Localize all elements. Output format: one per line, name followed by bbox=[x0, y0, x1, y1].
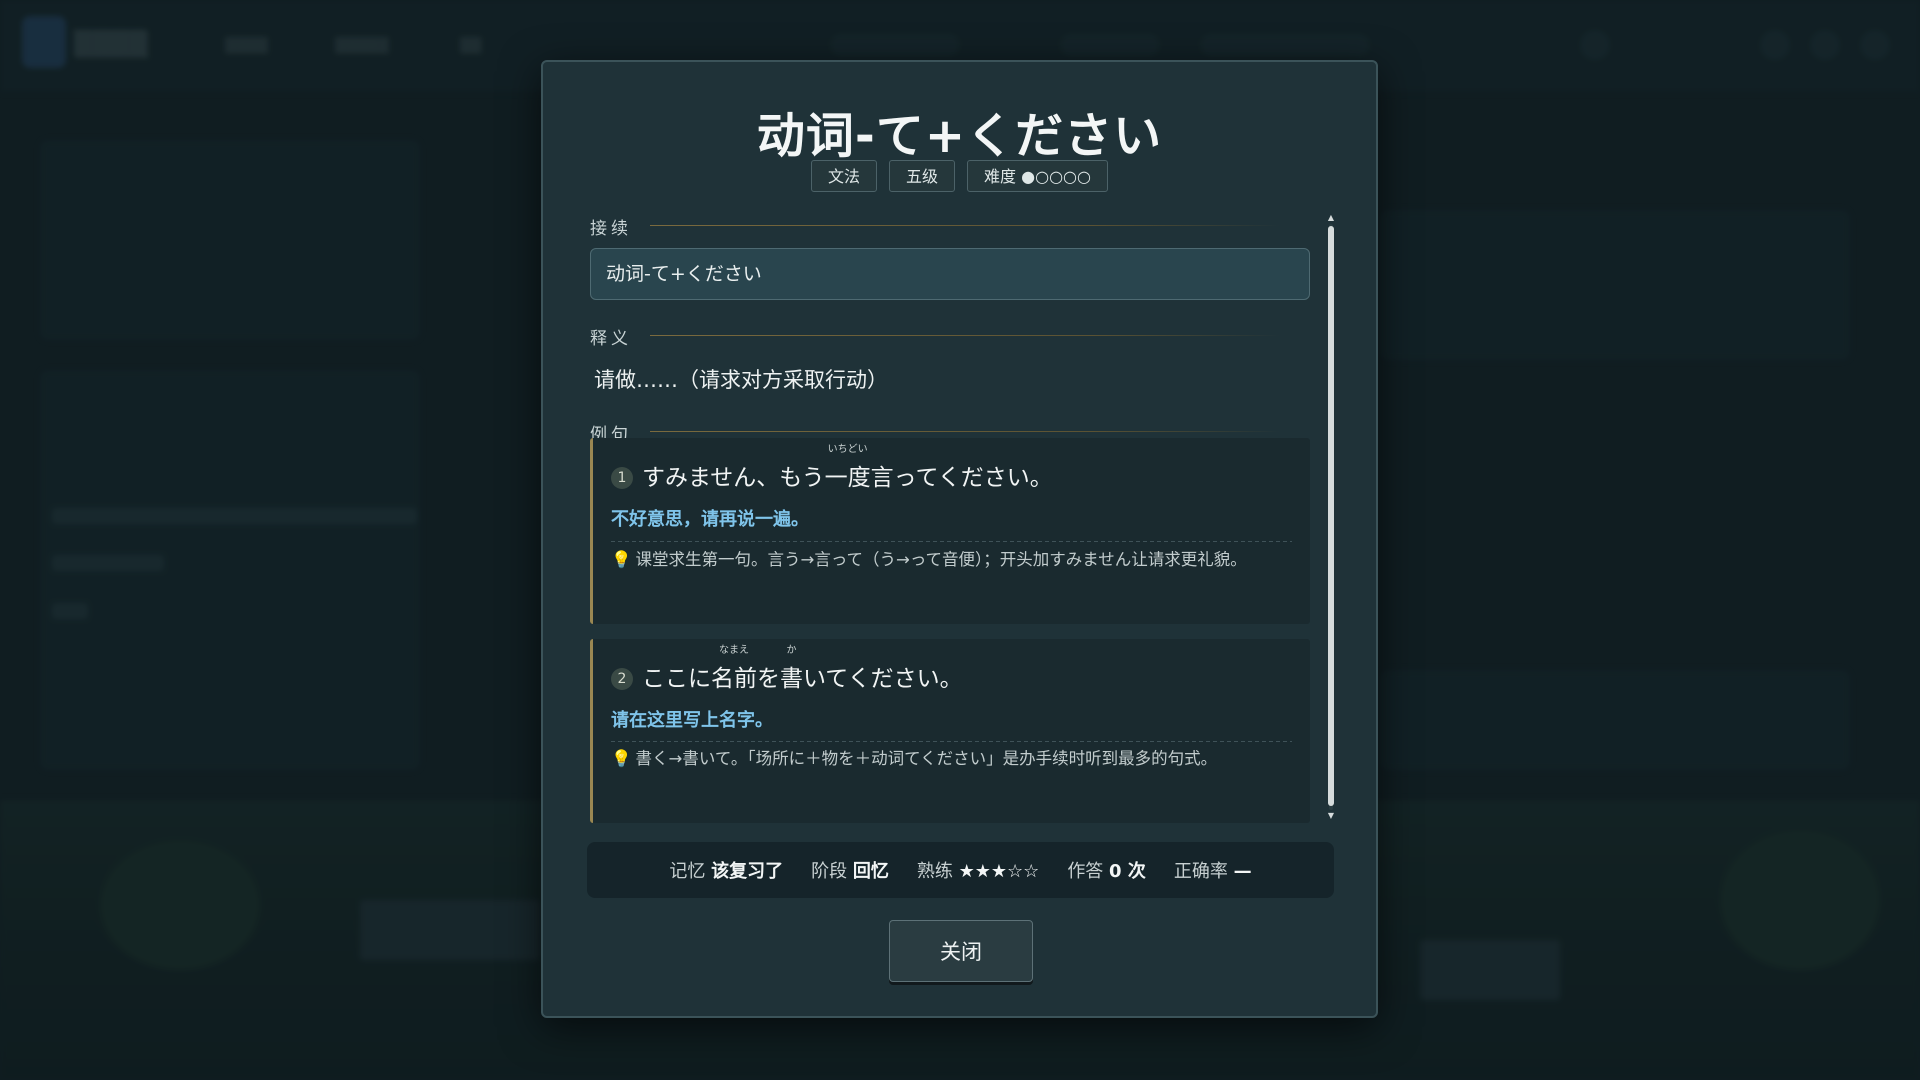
example-ruby: 書か bbox=[780, 645, 803, 693]
section-label: 接续 bbox=[590, 219, 632, 239]
status-memory: 记忆 该复习了 bbox=[669, 857, 783, 883]
note-text: 课堂求生第一句。言う→言って（う→って音便）；开头加すみません让请求更礼貌。 bbox=[635, 550, 1247, 569]
example-text: 言 bbox=[870, 465, 894, 491]
status-label: 作答 bbox=[1067, 861, 1104, 882]
example-ruby: 一度 いちどい bbox=[824, 444, 871, 492]
lightbulb-icon: 💡 bbox=[611, 749, 632, 768]
ruby-text: か bbox=[786, 645, 797, 656]
section-connection: 接续 bbox=[590, 210, 1310, 240]
status-label: 正确率 bbox=[1173, 861, 1228, 882]
status-value: 回忆 bbox=[852, 861, 889, 882]
difficulty-dots: ●○○○○ bbox=[1021, 167, 1091, 186]
content-scrollbar[interactable]: ▲ ▼ bbox=[1328, 214, 1334, 820]
example-text: を bbox=[757, 666, 780, 692]
ruby-text: いちどい bbox=[827, 444, 868, 455]
status-answers: 作答 0 次 bbox=[1067, 857, 1146, 883]
tag-level: 五级 bbox=[889, 160, 956, 192]
status-stage: 阶段 回忆 bbox=[811, 857, 889, 883]
tag-type: 文法 bbox=[811, 160, 878, 192]
ruby-base: 一度 bbox=[824, 465, 871, 491]
connection-value: 动词-て+ください bbox=[590, 248, 1310, 300]
example-translation: 请在这里写上名字。 bbox=[611, 710, 773, 731]
example-japanese: 2 ここに名前 なまえ を書かいてください。 bbox=[611, 645, 963, 693]
example-japanese: 1 すみません、もう一度 いちどい 言ってください。 bbox=[611, 444, 1053, 492]
lightbulb-icon: 💡 bbox=[611, 550, 632, 569]
status-mastery: 熟练 ★★★☆☆ bbox=[917, 857, 1039, 883]
example-ruby: 名前 なまえ bbox=[711, 645, 757, 693]
example-text: すみません、もう bbox=[642, 465, 825, 491]
example-note: 💡 课堂求生第一句。言う→言って（う→って音便）；开头加すみません让请求更礼貌。 bbox=[611, 544, 1292, 576]
review-status-bar: 记忆 该复习了 阶段 回忆 熟练 ★★★☆☆ 作答 0 次 正确率 — bbox=[587, 842, 1334, 898]
status-value: 该复习了 bbox=[711, 861, 784, 882]
section-divider bbox=[650, 431, 1280, 432]
tag-difficulty: 难度 ●○○○○ bbox=[967, 160, 1108, 192]
ruby-base: 名前 bbox=[711, 666, 757, 692]
ruby-text: なまえ bbox=[719, 645, 749, 656]
mastery-stars: ★★★☆☆ bbox=[958, 861, 1040, 882]
status-label: 阶段 bbox=[811, 861, 848, 882]
status-value: 0 次 bbox=[1109, 861, 1146, 882]
scroll-up-arrow-icon[interactable]: ▲ bbox=[1326, 214, 1336, 222]
section-divider bbox=[650, 335, 1280, 336]
example-divider bbox=[611, 541, 1292, 542]
status-value: — bbox=[1233, 861, 1252, 882]
example-text: ってください。 bbox=[893, 465, 1053, 491]
card-tags: 文法 五级 难度 ●○○○○ bbox=[543, 160, 1376, 192]
example-text: ここに bbox=[642, 666, 711, 692]
grammar-card-modal: 动词-て+ください 文法 五级 难度 ●○○○○ 接续 动词-て+ください 释义… bbox=[541, 60, 1378, 1018]
difficulty-label: 难度 bbox=[984, 167, 1017, 186]
scroll-thumb[interactable] bbox=[1328, 226, 1334, 806]
example-divider bbox=[611, 741, 1292, 742]
status-label: 记忆 bbox=[669, 861, 706, 882]
example-note: 💡 書く→書いて。「场所に＋物を＋动词てください」是办手续时听到最多的句式。 bbox=[611, 743, 1292, 775]
example-number: 1 bbox=[611, 467, 633, 489]
example-item-1: 1 すみません、もう一度 いちどい 言ってください。 不好意思，请再说一遍。 💡 课堂求… bbox=[590, 438, 1310, 624]
status-label: 熟练 bbox=[916, 861, 953, 882]
ruby-base: 書 bbox=[780, 666, 803, 692]
example-translation: 不好意思，请再说一遍。 bbox=[611, 509, 809, 530]
scroll-down-arrow-icon[interactable]: ▼ bbox=[1326, 812, 1336, 820]
section-label: 释义 bbox=[590, 329, 632, 349]
meaning-value: 请做……（请求对方采取行动） bbox=[594, 368, 888, 392]
example-number: 2 bbox=[611, 668, 633, 690]
example-item-2: 2 ここに名前 なまえ を書かいてください。 请在这里写上名字。 💡 書く→書いて。「场… bbox=[590, 639, 1310, 823]
section-divider bbox=[650, 225, 1280, 226]
status-accuracy: 正确率 — bbox=[1174, 857, 1252, 883]
card-title: 动词-て+ください bbox=[756, 108, 1163, 164]
card-content: 接续 动词-て+ください 释义 请做……（请求对方采取行动） 例句 bbox=[590, 210, 1310, 446]
close-button[interactable]: 关闭 bbox=[889, 920, 1033, 982]
section-meaning: 释义 bbox=[590, 320, 1310, 350]
example-text: いてください。 bbox=[803, 666, 963, 692]
note-text: 書く→書いて。「场所に＋物を＋动词てください」是办手续时听到最多的句式。 bbox=[635, 749, 1218, 768]
